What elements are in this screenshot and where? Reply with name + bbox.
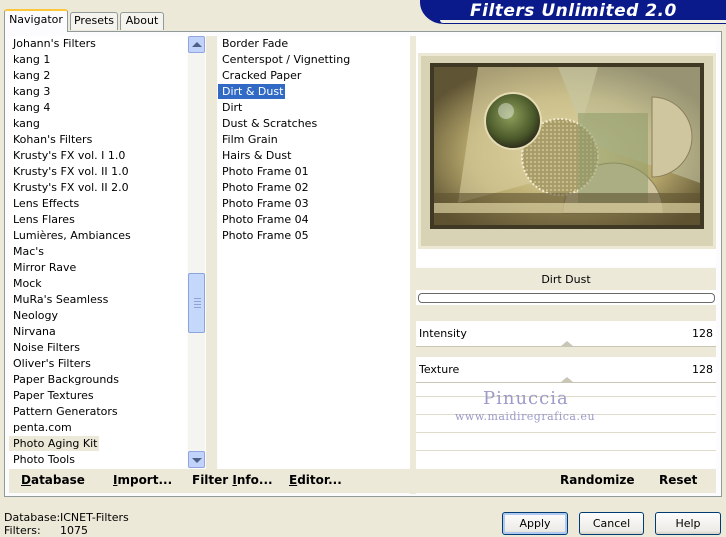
list-item[interactable]: Photo Frame 03 [218, 196, 311, 211]
selected-filter-name: Dirt Dust [416, 268, 716, 290]
list-item[interactable]: Hairs & Dust [218, 148, 293, 163]
filter-info-button[interactable]: Filter Info... [192, 473, 273, 487]
arrow-up-icon [192, 42, 202, 47]
list-item[interactable]: Photo Frame 05 [218, 228, 311, 243]
list-item[interactable]: Paper Backgrounds [9, 372, 121, 387]
param-divider [416, 450, 716, 451]
editor-button[interactable]: Editor... [289, 473, 342, 487]
list-item[interactable]: Dust & Scratches [218, 116, 319, 131]
param-gap [416, 347, 716, 357]
list-item[interactable]: Lens Flares [9, 212, 77, 227]
list-item[interactable]: Neology [9, 308, 60, 323]
param-value: 128 [692, 363, 713, 376]
list-item[interactable]: Dirt & Dust [218, 84, 286, 99]
list-item[interactable]: Paper Textures [9, 388, 96, 403]
filter-list[interactable]: Border Fade Centerspot / Vignetting Cracke… [218, 36, 410, 468]
app-title: Filters Unlimited 2.0 [470, 1, 677, 21]
list-item[interactable]: Border Fade [218, 36, 290, 51]
list-item[interactable]: kang [9, 116, 42, 131]
list-item[interactable]: Nirvana [9, 324, 58, 339]
param-divider [416, 432, 716, 433]
preview-image [418, 53, 716, 249]
list-item[interactable]: kang 1 [9, 52, 52, 67]
filters-label: Filters: [4, 524, 41, 537]
slider-thumb-icon[interactable] [561, 377, 573, 382]
progress-bar [418, 293, 715, 303]
database-label: Database: [4, 511, 61, 524]
left-action-bar: Database Import... Filter Info... Editor… [9, 469, 410, 493]
slider-thumb-icon[interactable] [561, 341, 573, 346]
progress-band [416, 305, 716, 321]
list-item[interactable]: Noise Filters [9, 340, 82, 355]
help-button[interactable]: Help [655, 512, 721, 535]
list-item[interactable]: Pattern Generators [9, 404, 120, 419]
list-item[interactable]: Lumières, Ambiances [9, 228, 133, 243]
list-item[interactable]: Krusty's FX vol. I 1.0 [9, 148, 127, 163]
param-texture[interactable]: Texture 128 [416, 357, 716, 383]
tab-navigator[interactable]: Navigator [4, 9, 68, 32]
database-button[interactable]: Database [21, 473, 85, 487]
list-item[interactable]: Mirror Rave [9, 260, 78, 275]
list-item[interactable]: Photo Frame 02 [218, 180, 311, 195]
param-value: 128 [692, 327, 713, 340]
list-item[interactable]: kang 4 [9, 100, 52, 115]
list-item[interactable]: MuRa's Seamless [9, 292, 110, 307]
list-item[interactable]: Mac's [9, 244, 46, 259]
separator [206, 36, 217, 469]
list-item[interactable]: Film Grain [218, 132, 280, 147]
watermark-name: Pinuccia [483, 388, 569, 409]
category-scrollbar[interactable] [188, 36, 205, 468]
scroll-thumb[interactable] [188, 273, 205, 333]
reset-button[interactable]: Reset [659, 473, 697, 487]
list-item[interactable]: kang 2 [9, 68, 52, 83]
list-item[interactable]: Photo Tools [9, 452, 77, 467]
arrow-down-icon [192, 458, 202, 463]
tab-presets[interactable]: Presets [70, 12, 118, 30]
param-intensity[interactable]: Intensity 128 [416, 321, 716, 347]
list-item[interactable]: Kohan's Filters [9, 132, 94, 147]
list-item[interactable]: penta.com [9, 420, 74, 435]
cancel-button[interactable]: Cancel [579, 512, 644, 535]
param-slider-track[interactable] [416, 382, 716, 383]
list-item[interactable]: Photo Frame 01 [218, 164, 311, 179]
database-info: Database:ICNET-Filters Filters: 1075 [4, 511, 129, 537]
list-item[interactable]: Photo Aging Kit [9, 436, 100, 451]
scroll-up-button[interactable] [188, 36, 205, 53]
list-item[interactable]: Krusty's FX vol. II 1.0 [9, 164, 131, 179]
import-button[interactable]: Import... [113, 473, 172, 487]
list-item[interactable]: Lens Effects [9, 196, 81, 211]
param-label: Texture [419, 363, 460, 376]
list-item[interactable]: Mock [9, 276, 44, 291]
watermark-url: www.maidiregrafica.eu [455, 410, 596, 423]
list-item[interactable]: kang 3 [9, 84, 52, 99]
scroll-down-button[interactable] [188, 451, 205, 468]
randomize-button[interactable]: Randomize [560, 473, 634, 487]
param-label: Intensity [419, 327, 467, 340]
list-item[interactable]: Dirt [218, 100, 244, 115]
database-value: ICNET-Filters [60, 511, 129, 524]
list-item[interactable]: Centerspot / Vignetting [218, 52, 352, 67]
list-item[interactable]: Oliver's Filters [9, 356, 93, 371]
filters-count: 1075 [60, 524, 88, 537]
list-item[interactable]: Photo Frame 04 [218, 212, 311, 227]
apply-button[interactable]: Apply [502, 512, 568, 535]
list-item[interactable]: Johann's Filters [9, 36, 98, 51]
right-action-bar: Randomize Reset [416, 469, 716, 493]
list-item[interactable]: Cracked Paper [218, 68, 303, 83]
list-item[interactable]: Krusty's FX vol. II 2.0 [9, 180, 131, 195]
tab-about[interactable]: About [120, 12, 164, 30]
category-list[interactable]: Johann's Filters kang 1 kang 2 kang 3 kang 4… [9, 36, 187, 468]
preview-artwork [418, 53, 716, 249]
